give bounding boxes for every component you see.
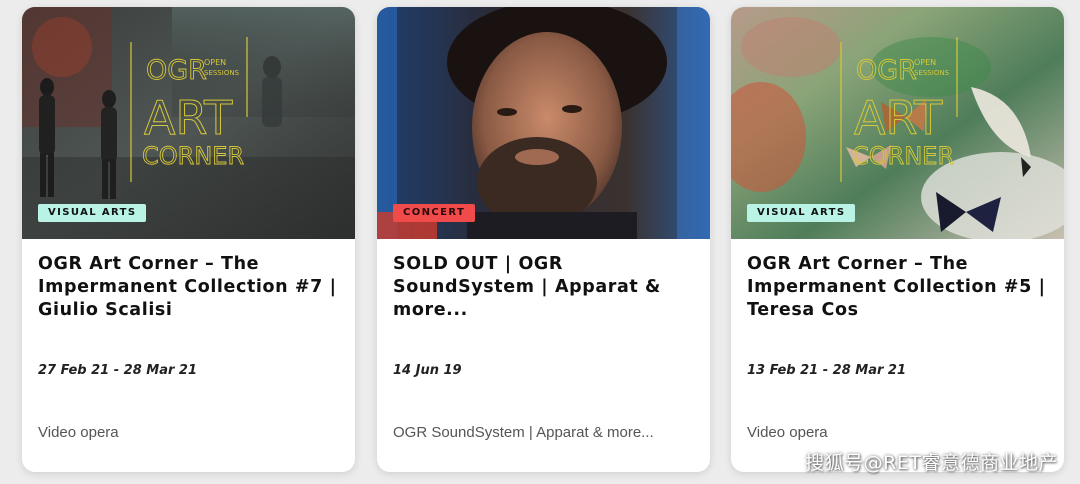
event-date: 13 Feb 21 - 28 Mar 21 [747, 363, 907, 378]
event-card-grid: OGR OPEN SESSIONS ART CORNER VISUAL ARTS… [0, 0, 1080, 484]
logo-sessions: SESSIONS [204, 69, 240, 77]
event-thumbnail[interactable]: OGR OPEN SESSIONS ART CORNER VISUAL ARTS [731, 7, 1064, 239]
event-thumbnail[interactable]: CONCERT [377, 7, 710, 239]
category-badge: VISUAL ARTS [38, 204, 147, 222]
category-badge: CONCERT [393, 204, 476, 222]
logo-corner: CORNER [852, 142, 954, 170]
event-subtitle: OGR SoundSystem | Apparat & more... [393, 424, 654, 441]
event-title[interactable]: OGR Art Corner – The Impermanent Collect… [38, 253, 343, 322]
logo-open: OPEN [914, 58, 936, 67]
event-card[interactable]: OGR OPEN SESSIONS ART CORNER VISUAL ARTS… [731, 7, 1064, 472]
event-subtitle: Video opera [747, 424, 828, 441]
logo-corner: CORNER [142, 142, 244, 170]
logo-open: OPEN [204, 58, 226, 67]
logo-art: ART [854, 91, 943, 145]
event-card[interactable]: CONCERT SOLD OUT | OGR SoundSystem | App… [377, 7, 710, 472]
event-date: 27 Feb 21 - 28 Mar 21 [38, 363, 198, 378]
event-date: 14 Jun 19 [393, 363, 462, 378]
category-badge: VISUAL ARTS [747, 204, 856, 222]
logo-art: ART [144, 91, 233, 145]
event-subtitle: Video opera [38, 424, 119, 441]
event-card[interactable]: OGR OPEN SESSIONS ART CORNER VISUAL ARTS… [22, 7, 355, 472]
logo-ogr: OGR [856, 55, 917, 86]
event-title[interactable]: OGR Art Corner – The Impermanent Collect… [747, 253, 1052, 322]
event-title[interactable]: SOLD OUT | OGR SoundSystem | Apparat & m… [393, 253, 698, 322]
source-watermark: 搜狐号@RET睿意德商业地产 [805, 452, 1058, 474]
event-thumbnail[interactable]: OGR OPEN SESSIONS ART CORNER VISUAL ARTS [22, 7, 355, 239]
logo-ogr: OGR [146, 55, 207, 86]
logo-sessions: SESSIONS [914, 69, 950, 77]
